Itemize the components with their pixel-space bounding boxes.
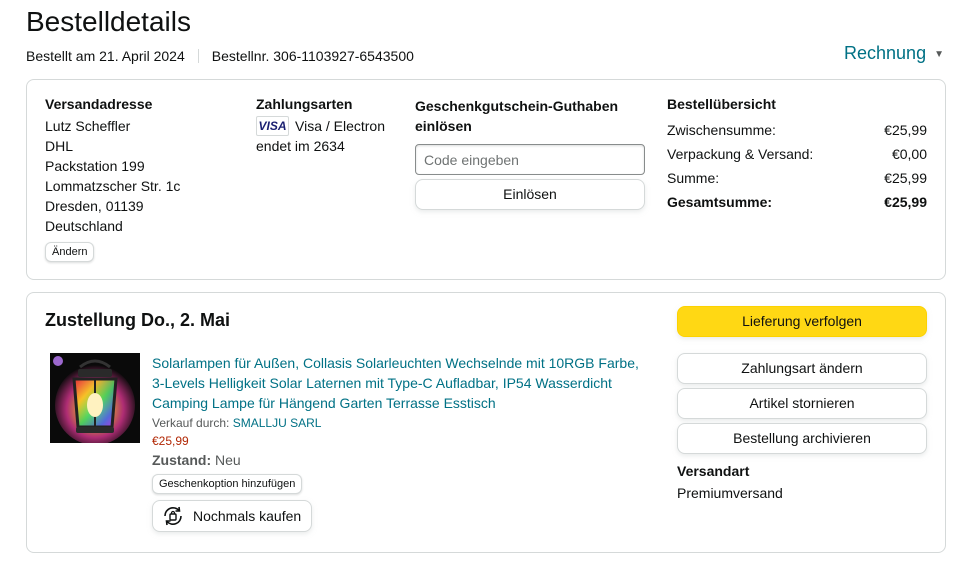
seller-link[interactable]: SMALLJU SARL <box>233 416 322 430</box>
meta-divider <box>197 49 199 63</box>
shipping-address-section: Versandadresse Lutz Scheffler DHL Packst… <box>45 96 235 262</box>
payment-card: VISA Visa / Electron <box>256 116 416 136</box>
address-line: Lommatzscher Str. 1c <box>45 178 181 194</box>
payment-title: Zahlungsarten <box>256 96 353 112</box>
summary-row-sum: Summe: €25,99 <box>667 166 927 190</box>
lantern-image <box>50 353 140 443</box>
redeem-button[interactable]: Einlösen <box>415 179 645 210</box>
add-gift-option-button[interactable]: Geschenkoption hinzufügen <box>152 474 303 494</box>
summary-value: €0,00 <box>891 146 927 162</box>
card-type: Visa / Electron <box>295 118 386 134</box>
address-line: Packstation 199 <box>45 158 145 174</box>
buy-again-label: Nochmals kaufen <box>193 508 302 524</box>
payment-section: Zahlungsarten VISA Visa / Electron endet… <box>256 96 416 156</box>
order-number: Bestellnr. 306-1103927-6543500 <box>211 48 414 64</box>
invoice-label: Rechnung <box>844 43 927 63</box>
seller-line: Verkauf durch: SMALLJU SARL <box>152 416 652 430</box>
card-ending: endet im 2634 <box>256 138 345 154</box>
condition-label: Zustand: <box>152 452 212 468</box>
order-summary-box: Versandadresse Lutz Scheffler DHL Packst… <box>26 79 946 280</box>
delivery-title: Zustellung Do., 2. Mai <box>45 310 231 330</box>
summary-value: €25,99 <box>884 170 927 186</box>
cancel-items-button[interactable]: Artikel stornieren <box>677 388 927 419</box>
product-image[interactable] <box>50 353 140 443</box>
summary-value: €25,99 <box>884 194 927 210</box>
product-info: Solarlampen für Außen, Collasis Solarleu… <box>152 353 652 533</box>
delivery-actions: Lieferung verfolgen Zahlungsart ändern A… <box>677 306 927 503</box>
gift-card-title: Geschenkgutschein-Guthaben einlösen <box>415 98 619 134</box>
summary-label: Summe: <box>667 170 720 186</box>
address-line: Lutz Scheffler <box>45 118 131 134</box>
address-line: DHL <box>45 138 74 154</box>
product-title-link[interactable]: Solarlampen für Außen, Collasis Solarleu… <box>152 353 652 413</box>
buy-again-icon <box>164 506 182 526</box>
shipping-method-value: Premiumversand <box>677 485 783 501</box>
condition-value: Neu <box>215 452 241 468</box>
summary-row-shipping: Verpackung & Versand: €0,00 <box>667 142 927 166</box>
page-title: Bestelldetails <box>26 6 191 37</box>
order-summary-section: Bestellübersicht Zwischensumme: €25,99 V… <box>667 96 927 214</box>
address-line: Deutschland <box>45 218 123 234</box>
order-summary-title: Bestellübersicht <box>667 96 776 112</box>
change-payment-button[interactable]: Zahlungsart ändern <box>677 353 927 384</box>
visa-card-icon: VISA <box>256 116 289 136</box>
order-date: Bestellt am 21. April 2024 <box>26 48 185 64</box>
chevron-down-icon: ▼ <box>934 49 944 60</box>
summary-label: Gesamtsumme: <box>667 194 773 210</box>
summary-label: Zwischensumme: <box>667 122 776 138</box>
order-meta: Bestellt am 21. April 2024 Bestellnr. 30… <box>26 48 414 64</box>
product-price: €25,99 <box>152 434 189 448</box>
track-package-button[interactable]: Lieferung verfolgen <box>677 306 927 337</box>
delivery-box: Zustellung Do., 2. Mai Solarlampen für A… <box>26 292 946 553</box>
summary-row-total: Gesamtsumme: €25,99 <box>667 190 927 214</box>
shipping-address-title: Versandadresse <box>45 96 153 112</box>
summary-row-subtotal: Zwischensumme: €25,99 <box>667 118 927 142</box>
summary-label: Verpackung & Versand: <box>667 146 814 162</box>
address-line: Dresden, 01139 <box>45 198 144 214</box>
product-condition: Zustand: Neu <box>152 452 652 468</box>
gift-code-input[interactable] <box>415 144 645 175</box>
buy-again-button[interactable]: Nochmals kaufen <box>152 500 313 532</box>
gift-card-section: Geschenkgutschein-Guthaben einlösen Einl… <box>415 96 647 210</box>
invoice-dropdown[interactable]: Rechnung ▼ <box>844 43 944 64</box>
shipping-method-title: Versandart <box>677 463 750 479</box>
summary-value: €25,99 <box>884 122 927 138</box>
seller-prefix: Verkauf durch: <box>152 416 230 430</box>
change-address-button[interactable]: Ändern <box>45 242 95 262</box>
archive-order-button[interactable]: Bestellung archivieren <box>677 423 927 454</box>
